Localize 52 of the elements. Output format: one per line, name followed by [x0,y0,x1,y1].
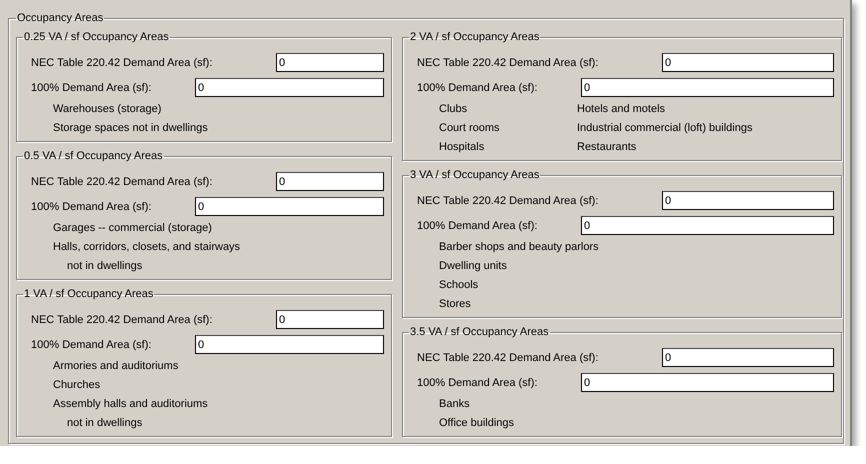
input-field[interactable]: 0 [195,197,384,216]
input-field[interactable]: 0 [276,172,384,191]
input-field[interactable]: 0 [276,310,384,329]
occupancy-type: Clubs [439,102,468,117]
field-label: 100% Demand Area (sf): [31,200,152,212]
occupancy-type: Storage spaces not in dwellings [53,121,208,136]
occupancy-type: Stores [439,297,471,312]
occupancy-type: Dwelling units [439,259,507,274]
occupancy-type: Schools [439,278,478,293]
group-title: 3.5 VA / sf Occupancy Areas [409,326,550,339]
occupancy-type: Barber shops and beauty parlors [439,240,599,255]
occupancy-type: not in dwellings [67,416,142,431]
occupancy-type: Warehouses (storage) [53,102,162,117]
field-label: 100% Demand Area (sf): [417,376,538,388]
field-label: NEC Table 220.42 Demand Area (sf): [417,56,600,68]
input-field[interactable]: 0 [276,53,384,72]
group-title: 0.25 VA / sf Occupancy Areas [23,31,170,44]
field-label: NEC Table 220.42 Demand Area (sf): [417,352,600,364]
field-label: 100% Demand Area (sf): [31,82,152,94]
input-field[interactable]: 0 [581,78,834,97]
occupancy-type: Hotels and motels [577,102,666,117]
occupancy-type: Garages -- commercial (storage) [53,221,212,236]
occupancy-type: not in dwellings [67,259,142,274]
occupancy-type: Restaurants [577,140,636,155]
group-title: 2 VA / sf Occupancy Areas [409,31,540,44]
field-label: NEC Table 220.42 Demand Area (sf): [31,314,214,326]
field-label: 100% Demand Area (sf): [417,220,538,232]
group-title: 3 VA / sf Occupancy Areas [409,169,540,182]
occupancy-type: Industrial commercial (loft) buildings [577,121,752,136]
occupancy-type: Banks [439,397,470,412]
input-field[interactable]: 0 [581,216,834,235]
input-field[interactable]: 0 [195,78,384,97]
input-field[interactable]: 0 [662,53,834,72]
occupancy-type: Office buildings [439,416,514,431]
input-field[interactable]: 0 [581,373,834,392]
input-field[interactable]: 0 [662,191,834,210]
input-field[interactable]: 0 [195,335,384,354]
group-title: 0.5 VA / sf Occupancy Areas [23,150,164,163]
occupancy-type: Assembly halls and auditoriums [53,397,208,412]
occupancy-type: Churches [53,378,100,393]
occupancy-type: Halls, corridors, closets, and stairways [53,240,240,255]
field-label: NEC Table 220.42 Demand Area (sf): [31,176,214,188]
input-field[interactable]: 0 [662,348,834,367]
occupancy-type: Armories and auditoriums [53,359,178,374]
group-title: 1 VA / sf Occupancy Areas [23,288,154,301]
occupancy-type: Court rooms [439,121,500,136]
field-label: NEC Table 220.42 Demand Area (sf): [417,194,600,206]
field-label: NEC Table 220.42 Demand Area (sf): [31,56,214,68]
field-label: 100% Demand Area (sf): [417,82,538,94]
occupancy-type: Hospitals [439,140,484,155]
field-label: 100% Demand Area (sf): [31,338,152,350]
group-title: Occupancy Areas [16,12,104,25]
